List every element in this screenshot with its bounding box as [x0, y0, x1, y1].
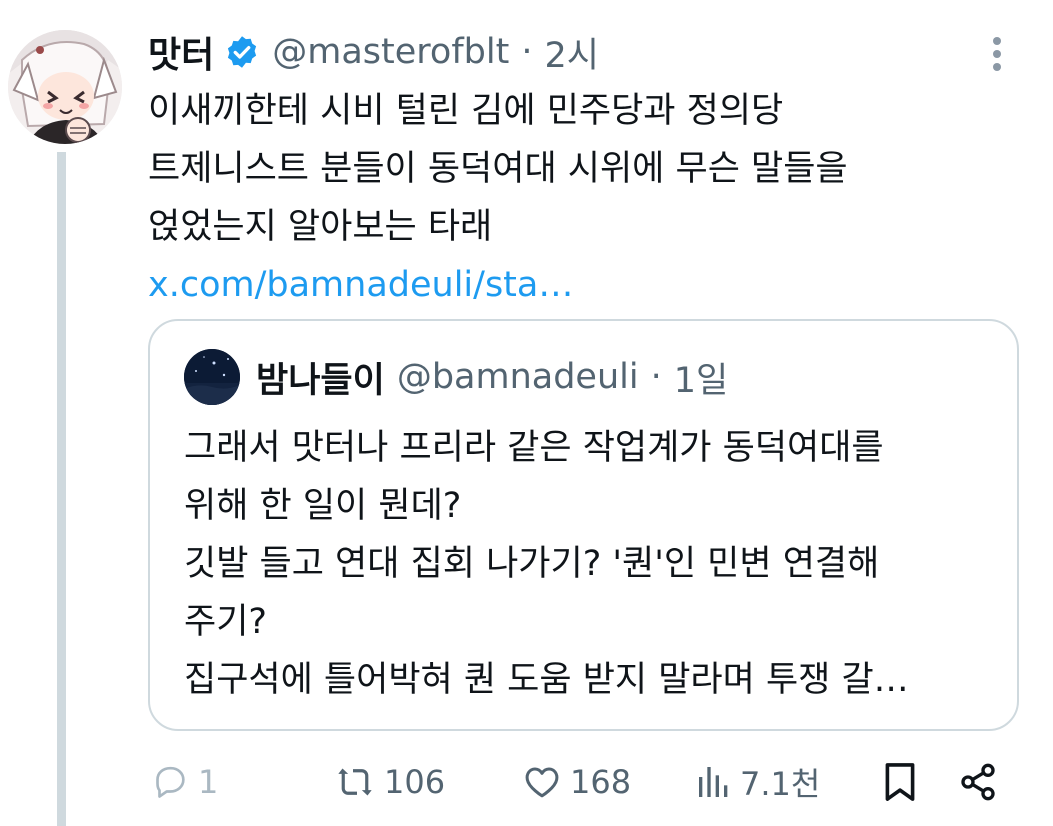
retweet-icon [338, 768, 372, 796]
tweet[interactable]: 맛터 @masterofblt · 2시 이새끼한테 시비 털린 김에 민주당과… [0, 0, 1053, 826]
quoted-tweet-text: 그래서 맛터나 프리라 같은 작업계가 동덕여대를 위해 한 일이 뭔데? 깃발… [184, 419, 1004, 709]
retweet-button[interactable]: 106 [332, 752, 445, 812]
author-display-name[interactable]: 맛터 [148, 26, 214, 78]
verified-badge-icon[interactable] [224, 34, 260, 70]
views-button[interactable]: 7.1천 [694, 752, 820, 812]
tweet-link[interactable]: x.com/bamnadeuli/sta… [148, 256, 1008, 314]
like-button[interactable]: 168 [520, 752, 631, 812]
quoted-display-name[interactable]: 밤나들이 [256, 352, 385, 403]
author-handle[interactable]: @masterofblt [272, 32, 509, 72]
night-sky-avatar-icon[interactable] [184, 349, 240, 405]
quoted-tweet-header: 밤나들이 @bamnadeuli · 1일 [184, 349, 728, 405]
separator-dot: · [650, 357, 662, 397]
tweet-header: 맛터 @masterofblt · 2시 [148, 24, 599, 80]
author-avatar[interactable] [8, 30, 122, 144]
action-bar: 1 106 168 7.1천 [148, 752, 1028, 812]
retweet-count: 106 [384, 763, 446, 801]
separator-dot: · [521, 32, 533, 72]
quoted-text-line: 주기? [184, 602, 267, 642]
quoted-text-line: 그래서 맛터나 프리라 같은 작업계가 동덕여대를 [184, 428, 884, 468]
tweet-text-line: 트제니스트 분들이 동덕여대 시위에 무슨 말들을 [148, 149, 848, 189]
tweet-text: 이새끼한테 시비 털린 김에 민주당과 정의당 트제니스트 분들이 동덕여대 시… [148, 82, 1008, 314]
heart-icon [525, 767, 559, 798]
tweet-time[interactable]: 2시 [544, 27, 598, 78]
views-count: 7.1천 [740, 765, 821, 803]
quoted-time[interactable]: 1일 [674, 352, 728, 403]
quoted-text-line: 집구석에 틀어박혀 퀀 도움 받지 말라며 투쟁 갈… [184, 660, 909, 700]
vertical-dots-icon[interactable] [982, 34, 1012, 74]
reply-icon [156, 766, 185, 798]
quoted-text-line: 깃발 들고 연대 집회 나가기? '퀀'인 민변 연결해 [184, 544, 880, 584]
bookmark-icon [885, 763, 915, 801]
views-chart-icon [699, 767, 728, 797]
reply-button[interactable]: 1 [148, 752, 218, 812]
bookmark-button[interactable] [882, 752, 918, 812]
like-count: 168 [570, 763, 632, 801]
tweet-text-line: 얹었는지 알아보는 타래 [148, 207, 493, 247]
share-icon [961, 763, 995, 801]
quoted-text-line: 위해 한 일이 뭔데? [184, 486, 462, 526]
share-button[interactable] [958, 752, 998, 812]
tweet-text-line: 이새끼한테 시비 털린 김에 민주당과 정의당 [148, 91, 784, 131]
thread-line [57, 152, 66, 826]
quoted-tweet-card[interactable]: 밤나들이 @bamnadeuli · 1일 그래서 맛터나 프리라 같은 작업계… [148, 319, 1019, 731]
reply-count: 1 [198, 763, 219, 801]
anime-character-avatar-icon [8, 30, 122, 144]
quoted-handle[interactable]: @bamnadeuli [397, 357, 639, 397]
